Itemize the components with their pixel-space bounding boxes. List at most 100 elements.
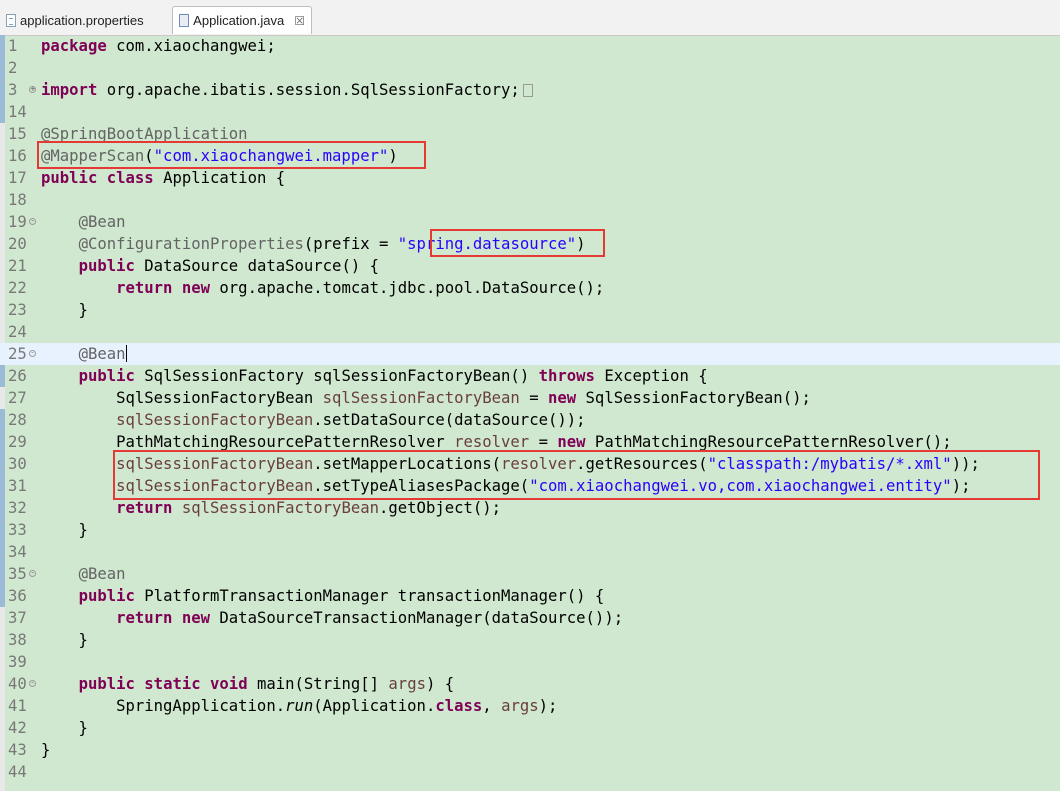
code-line[interactable]: 27 SqlSessionFactoryBean sqlSessionFacto… [0,387,1060,409]
line-number: 2 [8,59,18,77]
code-line[interactable]: 19- @Bean [0,211,1060,233]
line-number: 32 [8,499,27,517]
close-icon[interactable]: ☒ [294,14,305,28]
code-text: public PlatformTransactionManager transa… [78,587,605,605]
code-line[interactable]: 33 } [0,519,1060,541]
text-caret [125,345,127,362]
line-number: 39 [8,653,27,671]
code-line[interactable]: 40- public static void main(String[] arg… [0,673,1060,695]
code-text: SpringApplication.run(Application.class,… [41,697,558,715]
line-number: 26 [8,367,27,385]
code-text: sqlSessionFactoryBean.setMapperLocations… [116,455,980,473]
code-line[interactable]: 25- @Bean [0,343,1060,365]
line-number: 17 [8,169,27,187]
line-number: 36 [8,587,27,605]
code-text: PathMatchingResourcePatternResolver reso… [41,433,952,451]
code-line[interactable]: 18 [0,189,1060,211]
code-line[interactable]: 28 sqlSessionFactoryBean.setDataSource(d… [0,409,1060,431]
line-number: 43 [8,741,27,759]
change-marker [0,365,5,387]
tab-application-java[interactable]: Application.java ☒ [172,6,312,34]
line-number: 15 [8,125,27,143]
code-line[interactable]: 30 sqlSessionFactoryBean.setMapperLocati… [0,453,1060,475]
code-line[interactable]: 34 [0,541,1060,563]
tab-label: application.properties [20,12,144,28]
collapse-fold-icon[interactable]: - [29,218,36,225]
code-text: sqlSessionFactoryBean.setTypeAliasesPack… [116,477,971,495]
code-text: package com.xiaochangwei; [41,37,276,55]
line-number: 44 [8,763,27,781]
line-number: 41 [8,697,27,715]
code-line[interactable]: 29 PathMatchingResourcePatternResolver r… [0,431,1060,453]
expand-fold-icon[interactable]: + [29,86,36,93]
code-line[interactable]: 36 public PlatformTransactionManager tra… [0,585,1060,607]
collapsed-imports-icon[interactable] [522,84,533,97]
code-line[interactable]: 22 return new org.apache.tomcat.jdbc.poo… [0,277,1060,299]
code-line[interactable]: 41 SpringApplication.run(Application.cla… [0,695,1060,717]
line-number: 24 [8,323,27,341]
code-line[interactable]: 20 @ConfigurationProperties(prefix = "sp… [0,233,1060,255]
code-line[interactable]: 26 public SqlSessionFactory sqlSessionFa… [0,365,1060,387]
code-line[interactable]: 31 sqlSessionFactoryBean.setTypeAliasesP… [0,475,1060,497]
code-text: return new DataSourceTransactionManager(… [116,609,624,627]
line-number: 29 [8,433,27,451]
line-number: 22 [8,279,27,297]
tab-application-properties[interactable]: application.properties [0,6,168,34]
code-text: public class Application { [41,169,286,187]
code-text: return sqlSessionFactoryBean.getObject()… [116,499,502,517]
line-number: 30 [8,455,27,473]
code-text: @ConfigurationProperties(prefix = "sprin… [78,235,586,253]
code-text: @Bean [78,213,126,231]
change-marker [0,409,5,585]
line-number: 20 [8,235,27,253]
code-line[interactable]: 16 @MapperScan("com.xiaochangwei.mapper") [0,145,1060,167]
collapse-fold-icon[interactable]: - [29,570,36,577]
editor-tab-bar: application.properties Application.java … [0,0,1060,36]
code-line[interactable]: 1 package com.xiaochangwei; [0,35,1060,57]
collapse-fold-icon[interactable]: - [29,680,36,687]
change-marker [0,35,5,123]
code-line[interactable]: 21 public DataSource dataSource() { [0,255,1060,277]
java-file-icon [179,14,190,27]
code-line[interactable]: 15 @SpringBootApplication [0,123,1060,145]
code-line[interactable]: 2 [0,57,1060,79]
line-number: 14 [8,103,27,121]
code-text: } [41,301,88,319]
code-line[interactable]: 17 public class Application { [0,167,1060,189]
code-line[interactable]: 38 } [0,629,1060,651]
code-line[interactable]: 35- @Bean [0,563,1060,585]
line-number: 16 [8,147,27,165]
code-line[interactable]: 39 [0,651,1060,673]
code-line[interactable]: 37 return new DataSourceTransactionManag… [0,607,1060,629]
code-line[interactable]: 14 [0,101,1060,123]
line-number: 33 [8,521,27,539]
code-line[interactable]: 43} [0,739,1060,761]
collapse-fold-icon[interactable]: - [29,350,36,357]
code-text: import org.apache.ibatis.session.SqlSess… [41,79,533,101]
code-editor[interactable]: 1 package com.xiaochangwei; 2 3 + import org.… [0,35,1060,791]
code-text: @MapperScan("com.xiaochangwei.mapper") [41,147,398,165]
code-text: @SpringBootApplication [41,125,248,143]
code-text: } [41,631,88,649]
line-number: 18 [8,191,27,209]
line-number: 27 [8,389,27,407]
code-line[interactable]: 24 [0,321,1060,343]
code-text: } [41,521,88,539]
line-number: 37 [8,609,27,627]
code-text: sqlSessionFactoryBean.setDataSource(data… [116,411,586,429]
line-number: 42 [8,719,27,737]
line-number: 31 [8,477,27,495]
code-line[interactable]: 42 } [0,717,1060,739]
code-line[interactable]: 32 return sqlSessionFactoryBean.getObjec… [0,497,1060,519]
line-number: 34 [8,543,27,561]
code-text: @Bean [78,345,127,363]
code-text: SqlSessionFactoryBean sqlSessionFactoryB… [41,389,811,407]
line-number: 21 [8,257,27,275]
code-text: } [41,719,88,737]
code-line[interactable]: 44 [0,761,1060,783]
code-line[interactable]: 23 } [0,299,1060,321]
code-text: public static void main(String[] args) { [78,675,455,693]
code-line[interactable]: 3 + import org.apache.ibatis.session.SqlSe… [0,79,1060,101]
code-text: @Bean [78,565,126,583]
line-number: 23 [8,301,27,319]
